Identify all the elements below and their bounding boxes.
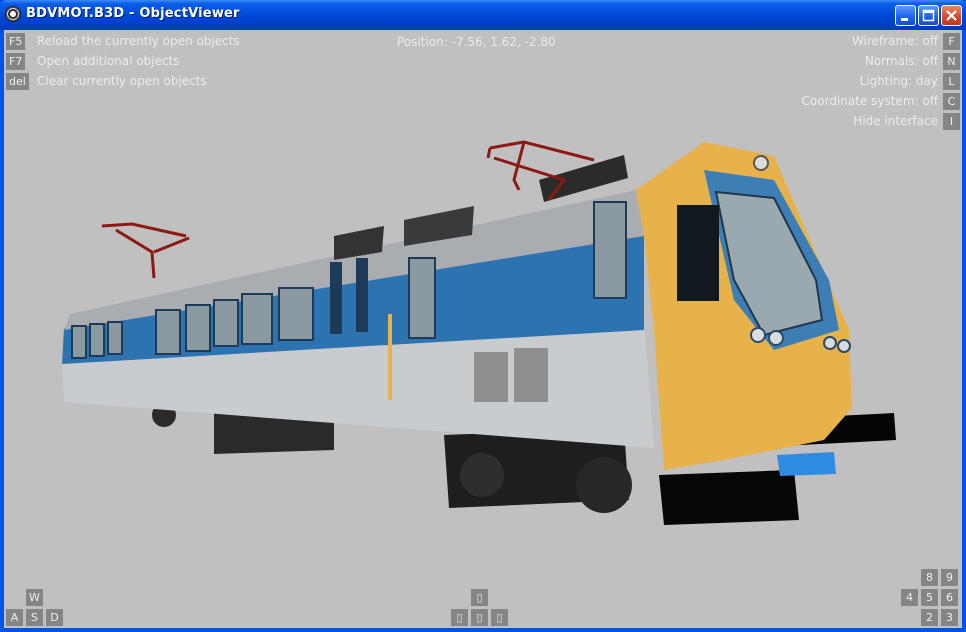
numpad-3-key[interactable]: 3 (941, 609, 958, 626)
door-handle (388, 314, 392, 400)
hide-interface-key[interactable]: I (943, 113, 960, 130)
close-button[interactable] (941, 5, 962, 26)
reload-label: Reload the currently open objects (37, 34, 240, 48)
minimize-button[interactable] (895, 5, 916, 26)
front-coupler (777, 452, 836, 476)
arrow-down-key[interactable]: ▯ (471, 609, 488, 626)
lighting-label: Lighting: day (859, 74, 938, 88)
lighting-key[interactable]: L (943, 73, 960, 90)
numpad-9-key[interactable]: 9 (941, 569, 958, 586)
door (356, 258, 368, 332)
position-readout: Position: -7.56, 1.62, -2.80 (397, 35, 556, 49)
maximize-icon (922, 9, 935, 22)
arrow-up-key[interactable]: ▯ (471, 589, 488, 606)
maximize-button[interactable] (918, 5, 939, 26)
move-forward-key[interactable]: W (26, 589, 43, 606)
wheel (460, 453, 504, 497)
open-key[interactable]: F7 (6, 53, 26, 70)
coordinate-system-key[interactable]: C (943, 93, 960, 110)
move-back-key[interactable]: S (26, 609, 43, 626)
clear-key[interactable]: del (6, 73, 29, 90)
wheel (576, 457, 632, 513)
title-bar[interactable]: BDVMOT.B3D - ObjectViewer (0, 0, 966, 30)
top-headlight (753, 155, 769, 171)
wireframe-key[interactable]: F (943, 33, 960, 50)
arrow-left-key[interactable]: ▯ (451, 609, 468, 626)
wireframe-label: Wireframe: off (851, 34, 938, 48)
numpad-4-key[interactable]: 4 (901, 589, 918, 606)
numpad-8-key[interactable]: 8 (921, 569, 938, 586)
minimize-icon (901, 18, 908, 21)
front-bogie-shadow (659, 470, 799, 525)
objectviewer-window: BDVMOT.B3D - ObjectViewer F5 Reload the … (0, 0, 966, 632)
window-title: BDVMOT.B3D - ObjectViewer (26, 6, 240, 21)
pantograph-rear (101, 222, 190, 279)
clear-label: Clear currently open objects (37, 74, 207, 88)
cab-side-window (677, 205, 719, 301)
3d-viewport[interactable]: F5 Reload the currently open objects F7 … (4, 30, 962, 628)
close-icon (946, 10, 957, 21)
arrow-right-key[interactable]: ▯ (491, 609, 508, 626)
hide-interface-label: Hide interface (853, 114, 938, 128)
numpad-5-key[interactable]: 5 (921, 589, 938, 606)
numpad-2-key[interactable]: 2 (921, 609, 938, 626)
open-label: Open additional objects (37, 54, 180, 68)
move-right-key[interactable]: D (46, 609, 63, 626)
coordinate-system-label: Coordinate system: off (801, 94, 938, 108)
door (330, 262, 342, 334)
normals-label: Normals: off (864, 54, 938, 68)
move-left-key[interactable]: A (6, 609, 23, 626)
app-icon[interactable] (5, 6, 21, 22)
normals-key[interactable]: N (943, 53, 960, 70)
numpad-6-key[interactable]: 6 (941, 589, 958, 606)
reload-key[interactable]: F5 (6, 33, 26, 50)
train-model[interactable] (4, 30, 962, 628)
